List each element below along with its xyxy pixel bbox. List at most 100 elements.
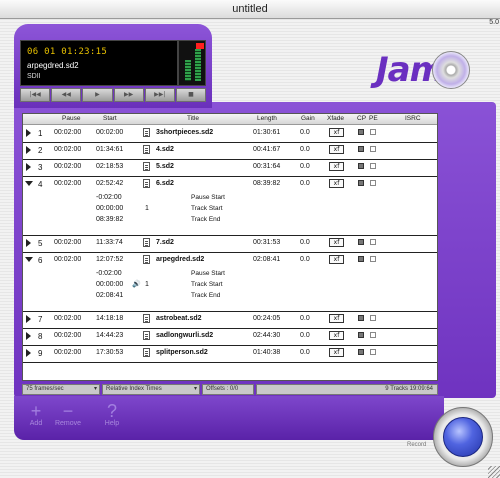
- xfade-button[interactable]: xf: [329, 162, 344, 171]
- gain-value[interactable]: 0.0: [300, 349, 310, 356]
- xfade-button[interactable]: xf: [329, 145, 344, 154]
- track-title[interactable]: sadlongwurli.sd2: [156, 332, 213, 339]
- cp-checkbox[interactable]: [358, 256, 364, 262]
- pe-checkbox[interactable]: [370, 332, 376, 338]
- pause-value[interactable]: 00:02:00: [54, 256, 81, 263]
- frames-select[interactable]: 75 frames/sec ▾: [22, 384, 100, 395]
- index-time[interactable]: 08:39:82: [96, 216, 123, 223]
- expand-triangle-icon[interactable]: [26, 239, 31, 247]
- cp-checkbox[interactable]: [358, 163, 364, 169]
- cp-checkbox[interactable]: [358, 315, 364, 321]
- xfade-button[interactable]: xf: [329, 348, 344, 357]
- cp-checkbox[interactable]: [358, 129, 364, 135]
- start-value[interactable]: 14:18:18: [96, 315, 123, 322]
- pe-checkbox[interactable]: [370, 129, 376, 135]
- xfade-button[interactable]: xf: [329, 331, 344, 340]
- transport-button[interactable]: |◀◀: [20, 88, 51, 102]
- expand-triangle-icon[interactable]: [26, 129, 31, 137]
- track-title[interactable]: 7.sd2: [156, 239, 174, 246]
- gain-value[interactable]: 0.0: [300, 315, 310, 322]
- add-button[interactable]: + Add: [24, 402, 48, 427]
- expand-triangle-icon[interactable]: [26, 315, 31, 323]
- pause-value[interactable]: 00:02:00: [54, 163, 81, 170]
- record-button[interactable]: [443, 417, 483, 457]
- start-value[interactable]: 12:07:52: [96, 256, 123, 263]
- cp-checkbox[interactable]: [358, 239, 364, 245]
- index-time[interactable]: 02:08:41: [96, 292, 123, 299]
- resize-grip-icon[interactable]: [488, 466, 500, 478]
- index-time[interactable]: 00:00:00: [96, 281, 123, 288]
- cp-checkbox[interactable]: [358, 349, 364, 355]
- track-title[interactable]: arpegdred.sd2: [156, 256, 204, 263]
- col-gain[interactable]: Gain: [301, 115, 315, 122]
- start-value[interactable]: 02:18:53: [96, 163, 123, 170]
- track-title[interactable]: 3shortpieces.sd2: [156, 129, 213, 136]
- gain-value[interactable]: 0.0: [300, 146, 310, 153]
- pause-value[interactable]: 00:02:00: [54, 180, 81, 187]
- xfade-button[interactable]: xf: [329, 179, 344, 188]
- start-value[interactable]: 17:30:53: [96, 349, 123, 356]
- start-value[interactable]: 14:44:23: [96, 332, 123, 339]
- pause-value[interactable]: 00:02:00: [54, 349, 81, 356]
- gain-value[interactable]: 0.0: [300, 180, 310, 187]
- index-time[interactable]: 00:00:00: [96, 205, 123, 212]
- pause-value[interactable]: 00:02:00: [54, 239, 81, 246]
- start-value[interactable]: 00:02:00: [96, 129, 123, 136]
- help-button[interactable]: ? Help: [100, 402, 124, 427]
- start-value[interactable]: 01:34:61: [96, 146, 123, 153]
- pe-checkbox[interactable]: [370, 163, 376, 169]
- xfade-button[interactable]: xf: [329, 128, 344, 137]
- cp-checkbox[interactable]: [358, 146, 364, 152]
- collapse-triangle-icon[interactable]: [25, 257, 33, 262]
- col-isrc[interactable]: ISRC: [405, 115, 421, 122]
- expand-triangle-icon[interactable]: [26, 146, 31, 154]
- col-pause[interactable]: Pause: [62, 115, 80, 122]
- col-title[interactable]: Title: [187, 115, 199, 122]
- xfade-button[interactable]: xf: [329, 255, 344, 264]
- pause-value[interactable]: 00:02:00: [54, 129, 81, 136]
- expand-triangle-icon[interactable]: [26, 349, 31, 357]
- col-pe[interactable]: PE: [369, 115, 378, 122]
- col-start[interactable]: Start: [103, 115, 117, 122]
- col-cp[interactable]: CP: [357, 115, 366, 122]
- cp-checkbox[interactable]: [358, 180, 364, 186]
- track-title[interactable]: 4.sd2: [156, 146, 174, 153]
- transport-button[interactable]: ▶: [82, 88, 113, 102]
- pause-value[interactable]: 00:02:00: [54, 146, 81, 153]
- xfade-button[interactable]: xf: [329, 238, 344, 247]
- pause-value[interactable]: 00:02:00: [54, 332, 81, 339]
- gain-value[interactable]: 0.0: [300, 239, 310, 246]
- track-title[interactable]: splitperson.sd2: [156, 349, 208, 356]
- remove-button[interactable]: − Remove: [52, 402, 84, 427]
- index-time[interactable]: -0:02:00: [96, 270, 122, 277]
- pe-checkbox[interactable]: [370, 146, 376, 152]
- transport-button[interactable]: ■: [175, 88, 207, 102]
- pe-checkbox[interactable]: [370, 180, 376, 186]
- track-list[interactable]: Pause Start Title Length Gain Xfade CP P…: [22, 113, 438, 381]
- gain-value[interactable]: 0.0: [300, 256, 310, 263]
- pe-checkbox[interactable]: [370, 239, 376, 245]
- track-title[interactable]: 5.sd2: [156, 163, 174, 170]
- cp-checkbox[interactable]: [358, 332, 364, 338]
- start-value[interactable]: 02:52:42: [96, 180, 123, 187]
- gain-value[interactable]: 0.0: [300, 129, 310, 136]
- start-value[interactable]: 11:33:74: [96, 239, 123, 246]
- pe-checkbox[interactable]: [370, 256, 376, 262]
- gain-value[interactable]: 0.0: [300, 163, 310, 170]
- gain-value[interactable]: 0.0: [300, 332, 310, 339]
- pe-checkbox[interactable]: [370, 315, 376, 321]
- collapse-triangle-icon[interactable]: [25, 181, 33, 186]
- transport-button[interactable]: ◀◀: [51, 88, 82, 102]
- expand-triangle-icon[interactable]: [26, 163, 31, 171]
- pause-value[interactable]: 00:02:00: [54, 315, 81, 322]
- expand-triangle-icon[interactable]: [26, 332, 31, 340]
- track-title[interactable]: astrobeat.sd2: [156, 315, 202, 322]
- index-mode-select[interactable]: Relative Index Times ▾: [102, 384, 200, 395]
- col-xfade[interactable]: Xfade: [327, 115, 344, 122]
- xfade-button[interactable]: xf: [329, 314, 344, 323]
- transport-button[interactable]: ▶▶|: [144, 88, 175, 102]
- col-length[interactable]: Length: [257, 115, 277, 122]
- index-time[interactable]: -0:02:00: [96, 194, 122, 201]
- transport-button[interactable]: ▶▶: [113, 88, 144, 102]
- track-title[interactable]: 6.sd2: [156, 180, 174, 187]
